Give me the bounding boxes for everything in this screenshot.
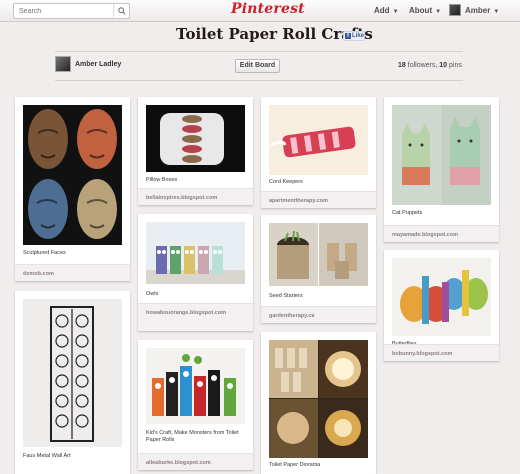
nav-about-label: About — [409, 6, 433, 15]
followers-label: followers, — [407, 62, 438, 69]
pin-description: Faux Metal Wall Art — [23, 453, 71, 459]
pin-source: gardentherapy.ca — [269, 313, 315, 319]
pins-label: pins — [449, 62, 462, 69]
pin-image[interactable] — [269, 340, 368, 458]
pin-source: bobunny.blogspot.com — [392, 351, 453, 357]
pin-source-bar[interactable]: bellainspires.blogspot.com — [138, 188, 253, 205]
divider — [55, 80, 463, 81]
pin-source: demob.com — [23, 271, 54, 277]
pin-source-bar[interactable]: apartmenttherapy.com — [261, 191, 376, 208]
pin-card[interactable]: Cord Keepers apartmenttherapy.com — [261, 97, 376, 208]
user-avatar[interactable] — [449, 4, 461, 16]
cat-puppets-image — [392, 105, 491, 205]
butterflies-image — [392, 258, 491, 336]
pin-image[interactable] — [146, 348, 245, 424]
sculptured-faces-image — [23, 105, 122, 245]
pin-card[interactable]: Kid's Craft, Make Monsters from Toilet P… — [138, 340, 253, 470]
search-icon — [117, 7, 126, 15]
followers-count: 18 — [398, 62, 406, 69]
nav-user[interactable]: Amber ▼ — [465, 6, 499, 15]
pin-source: mayamade.blogspot.com — [392, 232, 459, 238]
pin-image[interactable] — [392, 258, 491, 336]
pin-source-bar[interactable]: howabouorange.blogspot.com — [138, 303, 253, 331]
diorama-image — [269, 340, 368, 458]
nav-add-label: Add — [374, 6, 390, 15]
pin-card[interactable]: Toilet Paper Diorama — [261, 332, 376, 474]
seed-starters-image — [269, 223, 368, 286]
pin-card[interactable]: Pillow Boxes bellainspires.blogspot.com — [138, 97, 253, 205]
pin-description: Pillow Boxes — [146, 177, 178, 183]
divider — [55, 51, 463, 52]
pin-source-bar[interactable]: alleaburke.blogspot.com — [138, 453, 253, 470]
pin-card[interactable]: Cat Puppets mayamade.blogspot.com — [384, 97, 499, 242]
pin-image[interactable] — [23, 105, 122, 245]
pin-description: Kid's Craft, Make Monsters from Toilet P… — [146, 430, 239, 443]
caret-down-icon: ▼ — [493, 9, 500, 15]
pin-source-bar[interactable]: mayamade.blogspot.com — [384, 225, 499, 242]
pin-description: Toilet Paper Diorama — [269, 462, 321, 468]
pin-card[interactable]: Sculptured Faces demob.com — [15, 97, 130, 281]
facebook-icon: f — [345, 33, 351, 39]
owner-name[interactable]: Amber Ladley — [75, 61, 121, 68]
nav-about[interactable]: About ▼ — [409, 6, 441, 15]
monsters-image — [146, 348, 245, 424]
pin-source: howabouorange.blogspot.com — [146, 310, 227, 316]
pin-source-bar[interactable]: demob.com — [15, 264, 130, 281]
pin-description: Sculptured Faces — [23, 250, 66, 256]
owner-avatar[interactable] — [55, 56, 71, 72]
caret-down-icon: ▼ — [435, 9, 442, 15]
pin-card[interactable]: Seed Starters gardentherapy.ca — [261, 215, 376, 323]
fb-like-label: Like — [351, 33, 364, 39]
pin-source: bellainspires.blogspot.com — [146, 195, 218, 201]
pin-image[interactable] — [269, 105, 368, 175]
top-bar: Pinterest Add▼ About▼ Amber▼ — [0, 0, 520, 22]
owls-image — [146, 222, 245, 284]
pin-description: Cat Puppets — [392, 210, 423, 216]
cord-keepers-image — [269, 105, 368, 175]
faux-metal-wall-art-image — [23, 299, 122, 447]
pin-image[interactable] — [269, 223, 368, 286]
board-stats: 18 followers, 10 pins — [398, 62, 462, 69]
pillow-boxes-image — [146, 105, 245, 172]
pin-image[interactable] — [23, 299, 122, 447]
pin-source: alleaburke.blogspot.com — [146, 460, 211, 466]
pin-description: Seed Starters — [269, 293, 303, 299]
pin-description: Cord Keepers — [269, 179, 303, 185]
pin-source-bar[interactable]: bobunny.blogspot.com — [384, 344, 499, 361]
pin-image[interactable] — [146, 105, 245, 172]
pins-count: 10 — [439, 62, 448, 69]
pin-source-bar[interactable]: gardentherapy.ca — [261, 306, 376, 323]
edit-board-button[interactable]: Edit Board — [235, 59, 280, 73]
facebook-like-button[interactable]: f Like — [343, 31, 365, 41]
nav-add[interactable]: Add ▼ — [374, 6, 399, 15]
pin-card[interactable]: Butterflies bobunny.blogspot.com — [384, 250, 499, 361]
pin-image[interactable] — [146, 222, 245, 284]
pin-description: Owls — [146, 291, 159, 297]
nav-user-label: Amber — [465, 6, 491, 15]
pin-source: apartmenttherapy.com — [269, 198, 328, 204]
caret-down-icon: ▼ — [392, 9, 399, 15]
search-button[interactable] — [113, 4, 129, 18]
pinterest-logo[interactable]: Pinterest — [231, 1, 305, 17]
pin-card[interactable]: Owls howabouorange.blogspot.com — [138, 214, 253, 331]
pin-image[interactable] — [392, 105, 491, 205]
pin-card[interactable]: Faux Metal Wall Art — [15, 291, 130, 474]
